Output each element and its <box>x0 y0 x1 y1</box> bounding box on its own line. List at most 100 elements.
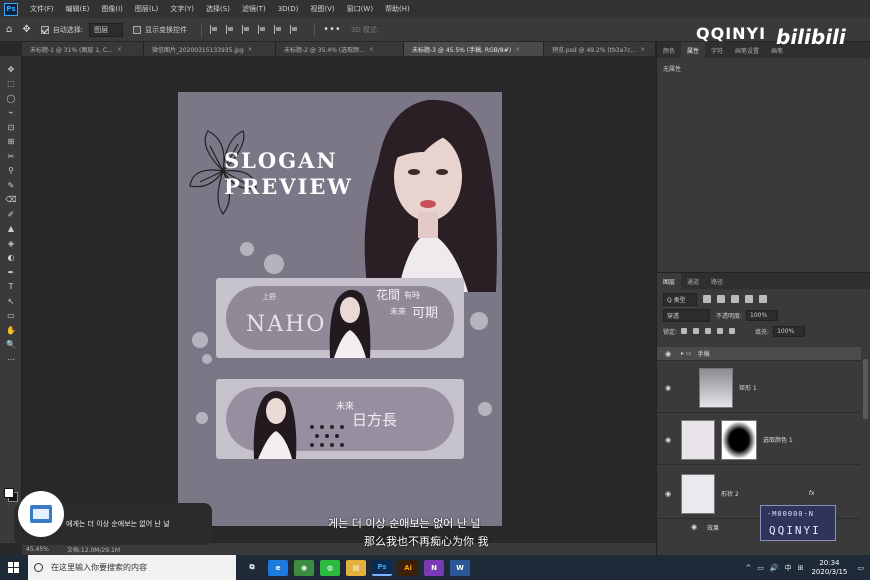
lock-position-icon[interactable] <box>705 328 712 334</box>
tab-color[interactable]: 颜色 <box>657 42 681 58</box>
align-top-icon[interactable] <box>258 25 267 34</box>
fill-field[interactable]: 100% <box>773 325 806 337</box>
eyedropper-icon[interactable]: ⚲ <box>0 164 22 179</box>
banner-bottom[interactable]: 未來 日方長 <box>216 379 464 459</box>
slice-tool-icon[interactable]: ✂ <box>0 149 22 164</box>
menu-filter[interactable]: 滤镜(T) <box>236 4 272 14</box>
menu-select[interactable]: 选择(S) <box>200 4 236 14</box>
lyric-avatar[interactable] <box>18 491 64 537</box>
type-tool-icon[interactable]: T <box>0 280 22 295</box>
path-select-icon[interactable]: ↖ <box>0 294 22 309</box>
visibility-eye-icon[interactable]: ◉ <box>661 490 675 498</box>
photoshop-taskbar-icon[interactable]: Ps <box>372 559 392 576</box>
opacity-field[interactable]: 100% <box>746 309 779 321</box>
history-brush-icon[interactable]: ✐ <box>0 207 22 222</box>
lock-all-icon[interactable] <box>729 328 736 334</box>
lock-artboard-icon[interactable] <box>717 328 724 334</box>
artboard-tool-icon[interactable]: ⬚ <box>0 77 22 92</box>
tab-untitled-2[interactable]: 未标题-2 @ 35.4% (选取颜... × <box>276 42 404 56</box>
clock[interactable]: 20:34 2020/3/15 <box>811 559 847 577</box>
brush-tool-icon[interactable]: ✎ <box>0 178 22 193</box>
zoom-level[interactable]: 45.45% <box>26 546 49 553</box>
menu-layer[interactable]: 图层(L) <box>129 4 164 14</box>
align-right-icon[interactable] <box>242 25 251 34</box>
pixel-filter-icon[interactable] <box>702 295 711 303</box>
lock-paint-icon[interactable] <box>693 328 700 334</box>
hand-tool-icon[interactable]: ✋ <box>0 323 22 338</box>
onenote-icon[interactable]: N <box>424 559 444 576</box>
move-tool-icon[interactable]: ✥ <box>0 62 22 77</box>
more-tools-icon[interactable]: ⋯ <box>0 352 22 367</box>
auto-select-checkbox[interactable] <box>40 25 49 34</box>
dodge-tool-icon[interactable]: ◐ <box>0 251 22 266</box>
banner-top[interactable]: 上野 NAHO 花間 有時 未來 可期 <box>216 278 464 358</box>
chrome-icon[interactable]: ◉ <box>294 559 314 576</box>
align-bottom-icon[interactable] <box>290 25 299 34</box>
close-icon[interactable]: × <box>248 46 253 53</box>
tab-wechat-image[interactable]: 微信图片_20200315133935.jpg × <box>144 42 276 56</box>
type-filter-icon[interactable] <box>730 295 739 303</box>
auto-select-dropdown[interactable]: 图层 <box>89 22 124 37</box>
align-middle-icon[interactable] <box>274 25 283 34</box>
canvas-workspace[interactable]: SLOGAN PREVIEW 上野 NAHO 花間 有時 未來 可期 未來 日方… <box>22 56 656 543</box>
rectangle-tool-icon[interactable]: ▭ <box>0 309 22 324</box>
ellipse-marquee-icon[interactable]: ◯ <box>0 91 22 106</box>
pen-tool-icon[interactable]: ✒ <box>0 265 22 280</box>
tab-paths[interactable]: 路径 <box>705 273 729 289</box>
tab-layers[interactable]: 图层 <box>657 273 682 289</box>
keyboard-icon[interactable]: ⊞ <box>798 564 804 572</box>
edge-icon[interactable]: e <box>268 559 288 576</box>
tab-channels[interactable]: 通道 <box>681 273 705 289</box>
menu-3d[interactable]: 3D(D) <box>272 5 305 13</box>
close-icon[interactable]: × <box>515 46 520 53</box>
layer-row[interactable]: ◉ 选取颜色 1 <box>657 415 861 465</box>
smart-object-filter-icon[interactable] <box>758 295 767 303</box>
tab-untitled-1[interactable]: 未标题-1 @ 31% (图层 1, C... × <box>22 42 144 56</box>
align-center-icon[interactable] <box>226 25 235 34</box>
artboard[interactable]: SLOGAN PREVIEW 上野 NAHO 花間 有時 未來 可期 未來 日方… <box>178 92 502 526</box>
lasso-tool-icon[interactable]: ⌁ <box>0 106 22 121</box>
show-transform-checkbox[interactable] <box>133 25 142 34</box>
lock-pixels-icon[interactable] <box>681 328 688 334</box>
tab-untitled-3[interactable]: 未标题-3 @ 45.5% (手稿, RGB/8#) × <box>404 42 544 56</box>
taskbar-search[interactable]: 在这里输入你要搜索的内容 <box>28 555 236 580</box>
notification-icon[interactable]: ▭ <box>857 564 864 572</box>
menu-file[interactable]: 文件(F) <box>24 4 60 14</box>
layer-row-group[interactable]: ◉ ▸ ▭ 手稿 <box>657 347 861 361</box>
crop-tool-icon[interactable]: ⊞ <box>0 135 22 150</box>
tab-properties[interactable]: 属性 <box>681 42 706 58</box>
show-hidden-icons-icon[interactable]: ^ <box>745 564 751 572</box>
menu-image[interactable]: 图像(I) <box>95 4 129 14</box>
align-left-icon[interactable] <box>210 25 219 34</box>
foreground-color-swatch[interactable] <box>4 488 14 498</box>
tab-preview-psd[interactable]: 预览.psd @ 49.2% (tb3a7c... × <box>544 42 656 56</box>
tab-brush-settings[interactable]: 画笔设置 <box>729 42 765 58</box>
illustrator-icon[interactable]: Ai <box>398 559 418 576</box>
eraser-tool-icon[interactable]: ⌫ <box>0 193 22 208</box>
word-icon[interactable]: W <box>450 559 470 576</box>
input-method-icon[interactable]: 中 <box>785 563 792 573</box>
shape-filter-icon[interactable] <box>744 295 753 303</box>
visibility-eye-icon[interactable]: ◉ <box>661 350 675 358</box>
adjustment-filter-icon[interactable] <box>716 295 725 303</box>
battery-icon[interactable]: ▭ <box>757 564 764 572</box>
volume-icon[interactable]: 🔊 <box>770 564 779 572</box>
zoom-tool-icon[interactable]: 🔍 <box>0 338 22 353</box>
menu-edit[interactable]: 编辑(E) <box>60 4 96 14</box>
visibility-eye-icon[interactable]: ◉ <box>661 384 675 392</box>
start-button[interactable] <box>0 555 28 580</box>
menu-window[interactable]: 窗口(W) <box>341 4 379 14</box>
layers-scrollbar[interactable] <box>863 359 868 419</box>
close-icon[interactable]: × <box>369 46 374 53</box>
home-icon[interactable]: ⌂ <box>6 24 12 35</box>
fx-indicator[interactable]: fx <box>809 490 815 497</box>
visibility-eye-icon[interactable]: ◉ <box>661 436 675 444</box>
more-options-icon[interactable]: ••• <box>323 24 341 35</box>
blend-mode-dropdown[interactable]: 穿透 <box>663 308 711 322</box>
file-explorer-icon[interactable]: ▤ <box>346 559 366 576</box>
menu-type[interactable]: 文字(Y) <box>164 4 200 14</box>
visibility-eye-icon[interactable]: ◉ <box>687 523 701 531</box>
move-tool-icon[interactable]: ✥ <box>22 24 30 35</box>
close-icon[interactable]: × <box>640 46 645 53</box>
layer-row[interactable]: ◉ 矩形 1 <box>657 363 861 413</box>
